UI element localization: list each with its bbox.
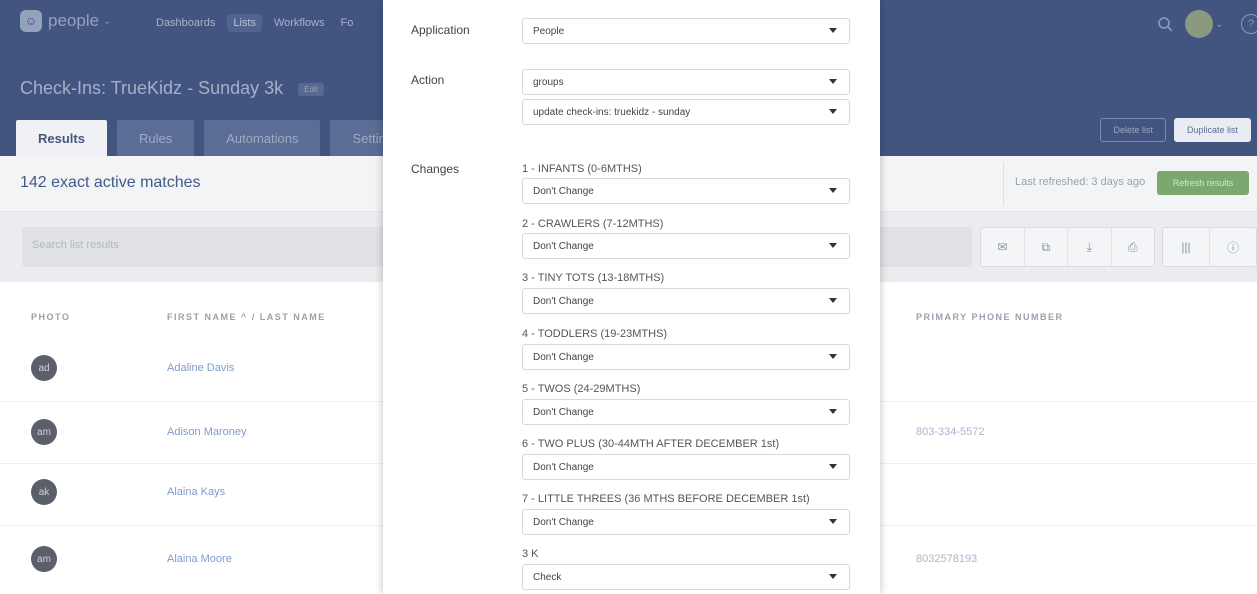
divider <box>1003 162 1004 206</box>
avatar: ad <box>31 355 57 381</box>
person-name-link[interactable]: Alaina Kays <box>167 486 225 498</box>
change-group-label: 3 K <box>522 548 539 560</box>
action-label: Action <box>411 73 445 87</box>
last-refreshed: Last refreshed: 3 days ago <box>1015 176 1146 188</box>
column-header-phone[interactable]: PRIMARY PHONE NUMBER <box>916 312 1064 322</box>
main-nav: Dashboards Lists Workflows Fo <box>152 14 357 32</box>
caret-down-icon <box>829 409 837 414</box>
info-icon[interactable]: ⓘ <box>1210 228 1256 266</box>
change-value: Don't Change <box>533 185 594 197</box>
action-sub-select[interactable]: update check-ins: truekidz - sunday <box>522 99 850 125</box>
view-actions: ||| ⓘ <box>1162 227 1257 267</box>
action-select[interactable]: groups <box>522 69 850 95</box>
application-select[interactable]: People <box>522 18 850 44</box>
person-name-link[interactable]: Alaina Moore <box>167 553 232 565</box>
nav-lists[interactable]: Lists <box>227 14 262 32</box>
changes-label: Changes <box>411 162 460 176</box>
change-select[interactable]: Don't Change <box>522 288 850 314</box>
change-value: Don't Change <box>533 240 594 252</box>
caret-down-icon <box>829 28 837 33</box>
caret-down-icon <box>829 109 837 114</box>
people-logo-icon: ☺ <box>20 10 42 32</box>
caret-down-icon <box>829 464 837 469</box>
caret-down-icon <box>829 574 837 579</box>
search-icon[interactable] <box>1151 10 1179 38</box>
tab-rules[interactable]: Rules <box>116 120 195 156</box>
change-group-label: 3 - TINY TOTS (13-18MTHS) <box>522 272 665 284</box>
change-value: Don't Change <box>533 461 594 473</box>
header-actions: Delete list Duplicate list <box>1100 118 1251 142</box>
caret-down-icon <box>829 354 837 359</box>
column-header-photo: PHOTO <box>31 312 71 322</box>
copy-icon[interactable]: ⧉ <box>1025 228 1068 266</box>
change-select[interactable]: Don't Change <box>522 344 850 370</box>
change-value: Don't Change <box>533 351 594 363</box>
nav-dashboards[interactable]: Dashboards <box>152 14 219 32</box>
list-tabs: Results Rules Automations Settings <box>16 120 422 156</box>
change-value: Check <box>533 571 562 583</box>
search-input-extension <box>880 227 972 267</box>
match-count: 142 exact active matches <box>20 174 201 191</box>
avatar: ak <box>31 479 57 505</box>
caret-down-icon <box>829 188 837 193</box>
avatar: am <box>31 546 57 572</box>
download-icon[interactable]: ⤓ <box>1068 228 1112 266</box>
nav-forms[interactable]: Fo <box>336 14 357 32</box>
caret-down-icon <box>829 519 837 524</box>
email-icon[interactable]: ✉ <box>981 228 1025 266</box>
caret-down-icon <box>829 298 837 303</box>
chevron-down-icon: ⌄ <box>103 15 112 27</box>
edit-title-button[interactable]: Edit <box>298 82 324 96</box>
caret-down-icon <box>829 79 837 84</box>
columns-icon[interactable]: ||| <box>1163 228 1210 266</box>
list-title: Check-Ins: TrueKidz - Sunday 3k <box>20 78 284 98</box>
action-sub-value: update check-ins: truekidz - sunday <box>533 106 691 118</box>
search-list-input[interactable]: Search list results <box>22 227 392 267</box>
caret-down-icon <box>829 243 837 248</box>
change-select[interactable]: Don't Change <box>522 178 850 204</box>
topbar-right: ⌄ ? <box>1151 10 1257 38</box>
change-select[interactable]: Don't Change <box>522 233 850 259</box>
tab-results[interactable]: Results <box>16 120 107 156</box>
refresh-results-button[interactable]: Refresh results <box>1157 171 1249 195</box>
change-value: Don't Change <box>533 295 594 307</box>
chevron-down-icon: ⌄ <box>1215 18 1224 30</box>
application-value: People <box>533 25 565 37</box>
application-label: Application <box>411 23 470 37</box>
person-phone: 8032578193 <box>916 553 978 565</box>
automation-action-modal: Application People Action groups update … <box>383 0 880 594</box>
user-avatar[interactable]: ⌄ <box>1185 10 1223 38</box>
change-select[interactable]: Don't Change <box>522 399 850 425</box>
export-actions: ✉ ⧉ ⤓ ⎙ <box>980 227 1155 267</box>
page-title: Check-Ins: TrueKidz - Sunday 3k Edit <box>20 78 324 99</box>
avatar: am <box>31 419 57 445</box>
help-icon[interactable]: ? <box>1241 14 1257 34</box>
delete-list-button[interactable]: Delete list <box>1100 118 1166 142</box>
change-select[interactable]: Don't Change <box>522 509 850 535</box>
app-logo[interactable]: ☺ people ⌄ <box>20 10 111 32</box>
change-group-label: 2 - CRAWLERS (7-12MTHS) <box>522 218 664 230</box>
change-group-label: 6 - TWO PLUS (30-44MTH AFTER DECEMBER 1s… <box>522 438 780 450</box>
person-name-link[interactable]: Adison Maroney <box>167 426 247 438</box>
print-icon[interactable]: ⎙ <box>1112 228 1155 266</box>
change-group-label: 4 - TODDLERS (19-23MTHS) <box>522 328 668 340</box>
action-value: groups <box>533 76 564 88</box>
app-name: people <box>48 11 100 30</box>
change-value: Don't Change <box>533 406 594 418</box>
duplicate-list-button[interactable]: Duplicate list <box>1173 118 1251 142</box>
tab-automations[interactable]: Automations <box>204 120 321 156</box>
change-value: Don't Change <box>533 516 594 528</box>
column-header-name[interactable]: FIRST NAME ^ / LAST NAME <box>167 312 326 322</box>
change-group-label: 1 - INFANTS (0-6MTHS) <box>522 163 642 175</box>
change-group-label: 7 - LITTLE THREES (36 MTHS BEFORE DECEMB… <box>522 493 810 505</box>
nav-workflows[interactable]: Workflows <box>270 14 329 32</box>
person-phone: 803-334-5572 <box>916 426 985 438</box>
change-select[interactable]: Check <box>522 564 850 590</box>
change-group-label: 5 - TWOS (24-29MTHS) <box>522 383 641 395</box>
person-name-link[interactable]: Adaline Davis <box>167 362 234 374</box>
change-select[interactable]: Don't Change <box>522 454 850 480</box>
